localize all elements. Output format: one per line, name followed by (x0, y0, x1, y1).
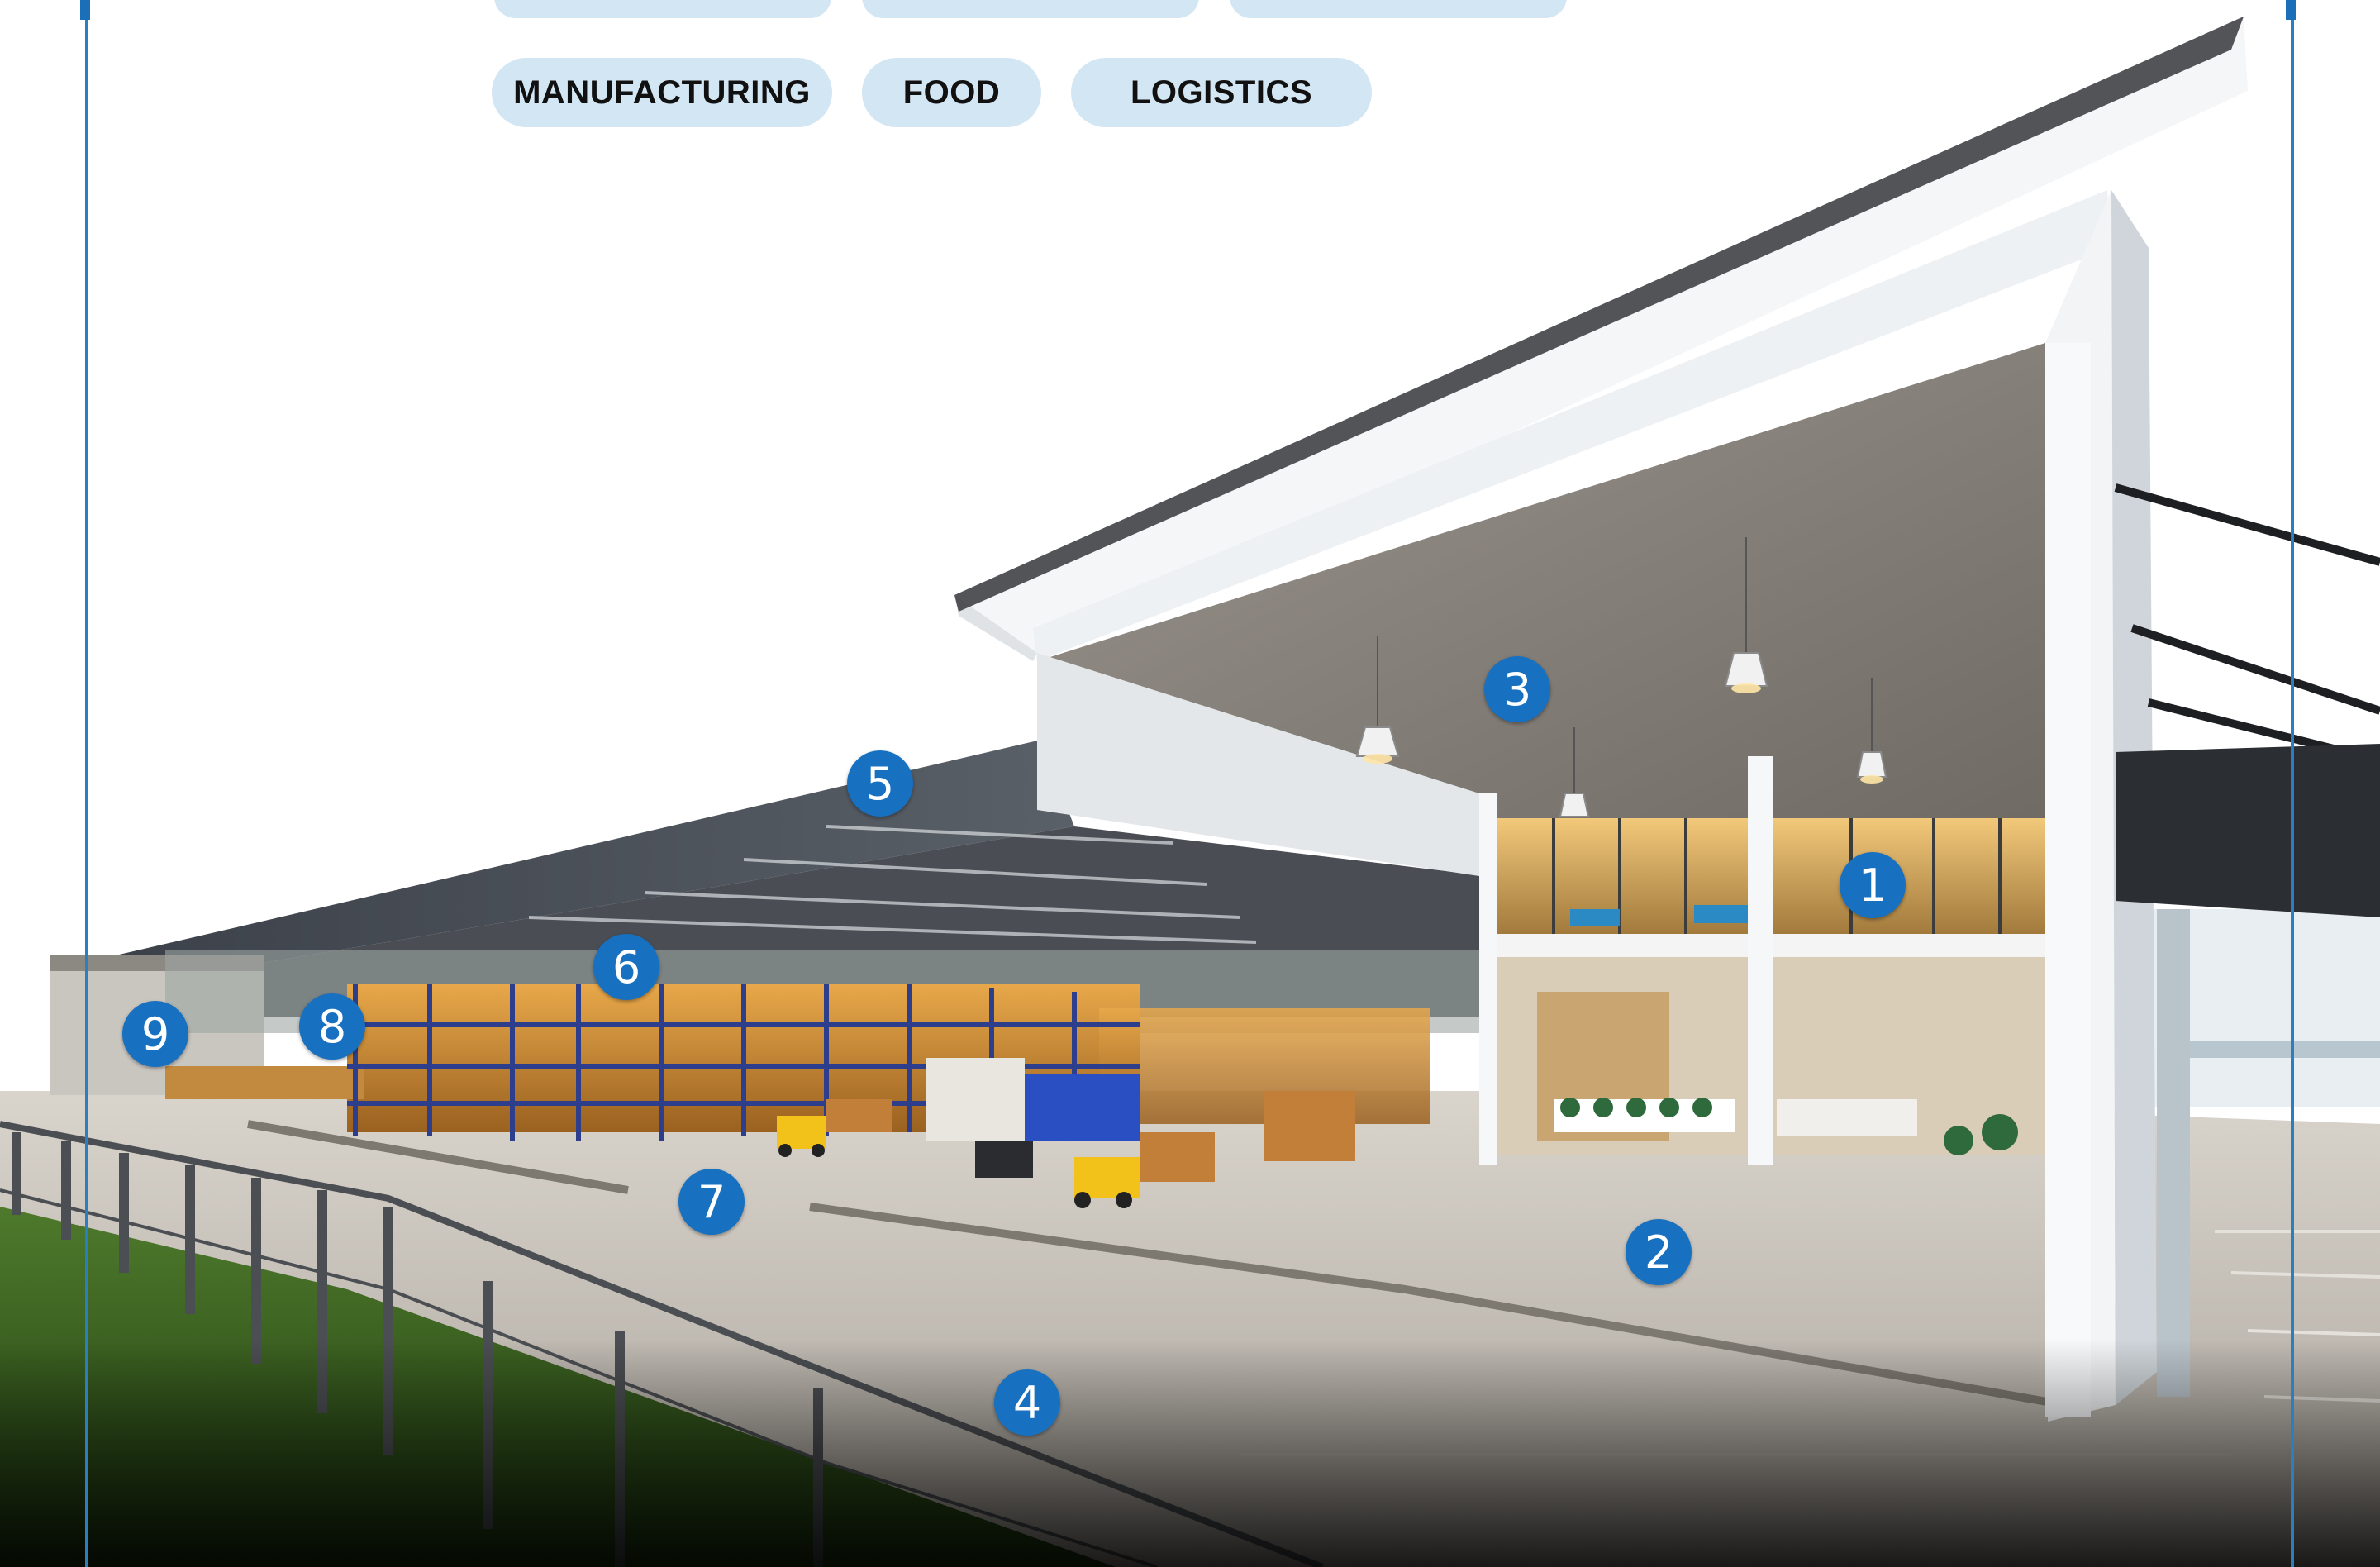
frame-tab-left (80, 0, 90, 20)
frame-line-left (85, 0, 88, 1567)
category-pill-food[interactable]: FOOD (862, 58, 1041, 127)
hotspot-marker-1[interactable]: 1 (1840, 852, 1906, 918)
frame-line-right (2291, 0, 2294, 1567)
hotspot-marker-6[interactable]: 6 (593, 934, 659, 1000)
category-pill-logistics[interactable]: LOGISTICS (1071, 58, 1372, 127)
hotspot-marker-9[interactable]: 9 (122, 1001, 188, 1067)
category-pill-manufacturing[interactable]: MANUFACTURING (492, 58, 832, 127)
frame-tab-right (2286, 0, 2296, 20)
category-pill-cutoff-3[interactable] (1230, 0, 1567, 18)
category-pill-cutoff-2[interactable] (862, 0, 1199, 18)
category-pill-cutoff-1[interactable] (494, 0, 831, 18)
hotspot-marker-2[interactable]: 2 (1626, 1219, 1692, 1285)
hotspot-marker-3[interactable]: 3 (1484, 656, 1550, 722)
hotspot-marker-5[interactable]: 5 (847, 750, 913, 817)
hotspot-marker-7[interactable]: 7 (678, 1169, 745, 1235)
hotspot-marker-4[interactable]: 4 (994, 1369, 1060, 1436)
warehouse-illustration (0, 17, 2380, 1567)
hotspot-marker-8[interactable]: 8 (299, 993, 365, 1060)
brochure-page: MANUFACTURING FOOD LOGISTICS 1 2 3 4 5 6… (0, 0, 2380, 1567)
